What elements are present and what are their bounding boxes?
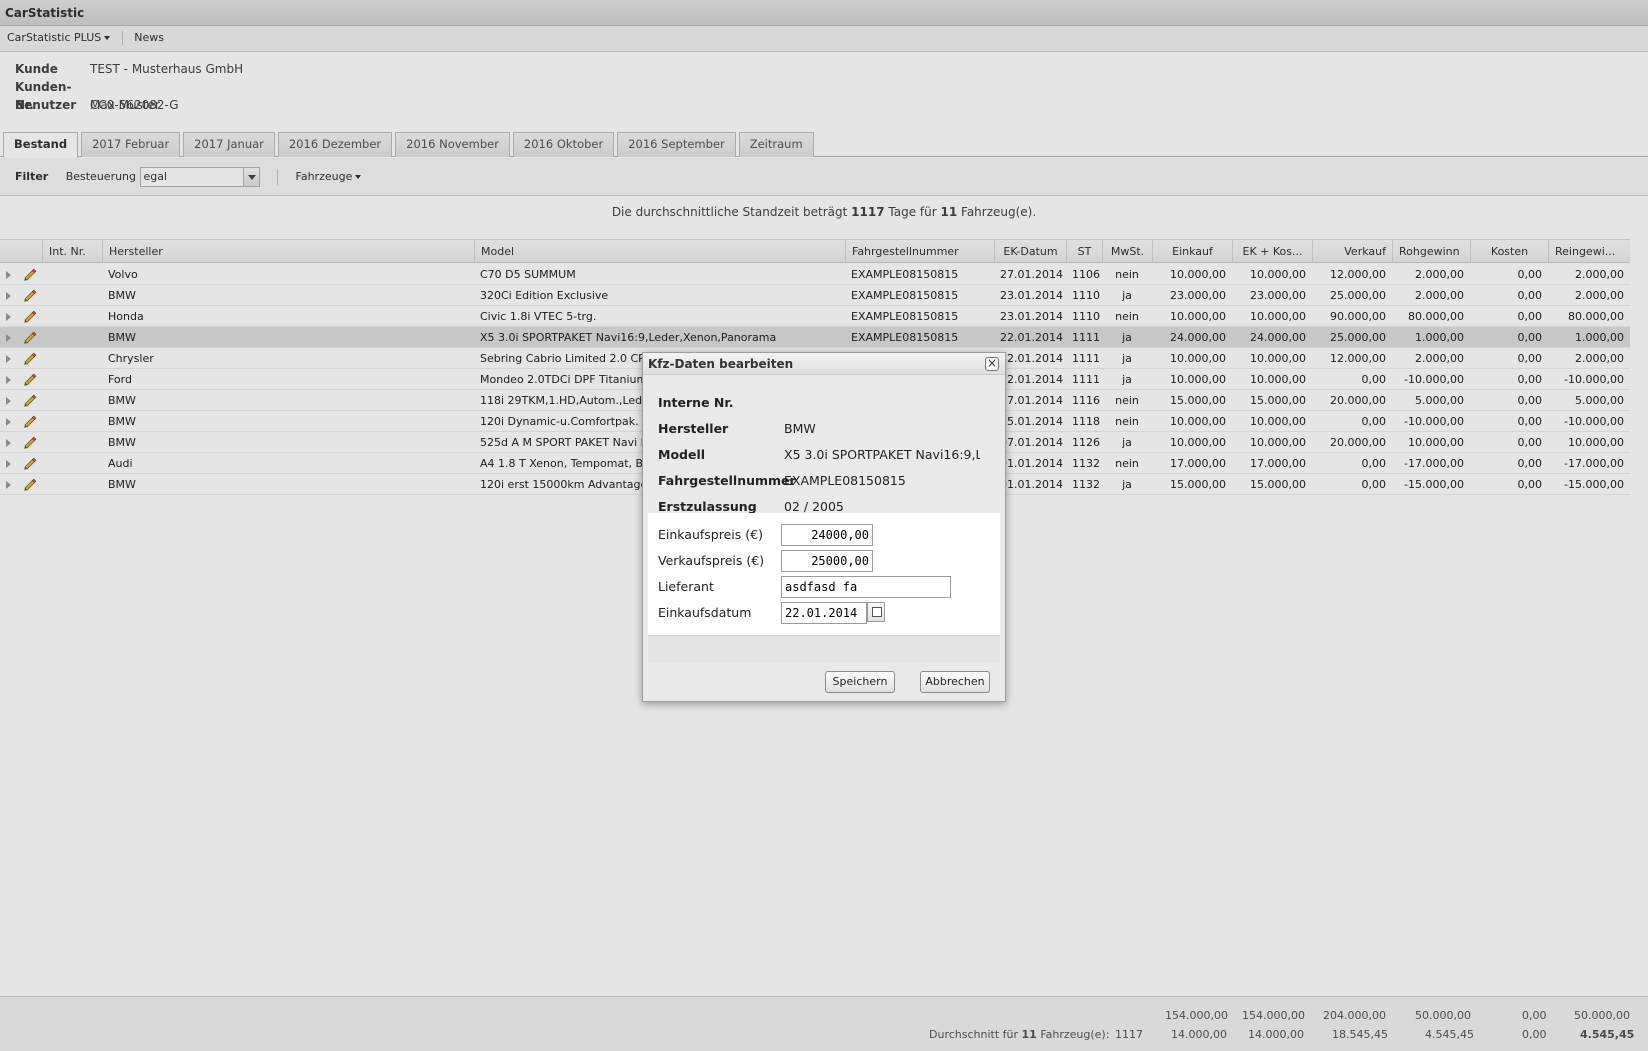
calendar-icon[interactable] [867,602,885,622]
einkaufspreis-label: Einkaufspreis (€) [658,527,763,542]
einkaufsdatum-label: Einkaufsdatum [658,605,752,620]
lieferant-input[interactable] [781,576,951,598]
save-button[interactable]: Speichern [825,671,895,693]
info-label: Hersteller [658,421,729,436]
info-label: Interne Nr. [658,395,734,410]
einkaufsdatum-input[interactable] [781,602,867,624]
info-modell: Modell X5 3.0i SPORTPAKET Navi16:9,Leder,… [658,445,980,465]
info-interne-nr: Interne Nr. [658,393,980,413]
dialog-info: Interne Nr. Hersteller BMW Modell X5 3.0i … [648,379,1000,514]
info-fahrgestellnummer: FahrgestellnummerEXAMPLE08150815 [658,471,980,491]
edit-vehicle-dialog: Kfz-Daten bearbeiten × Interne Nr. Herst… [642,352,1006,702]
lieferant-label: Lieferant [658,579,714,594]
info-value: EXAMPLE08150815 [784,473,906,488]
info-value: X5 3.0i SPORTPAKET Navi16:9,Leder,Xenon,… [784,447,980,462]
dialog-form: Einkaufspreis (€) Verkaufspreis (€) Lief… [648,513,1000,635]
info-hersteller: Hersteller BMW [658,419,980,439]
info-label: Fahrgestellnummer [658,473,796,488]
dialog-button-bar [648,635,1000,663]
cancel-button[interactable]: Abbrechen [920,671,990,693]
verkaufspreis-label: Verkaufspreis (€) [658,553,765,568]
info-label: Modell [658,447,706,462]
dialog-title: Kfz-Daten bearbeiten [643,353,1005,375]
verkaufspreis-input[interactable] [781,550,873,572]
close-icon[interactable]: × [985,357,999,371]
einkaufspreis-input[interactable] [781,524,873,546]
info-value: BMW [784,421,816,436]
